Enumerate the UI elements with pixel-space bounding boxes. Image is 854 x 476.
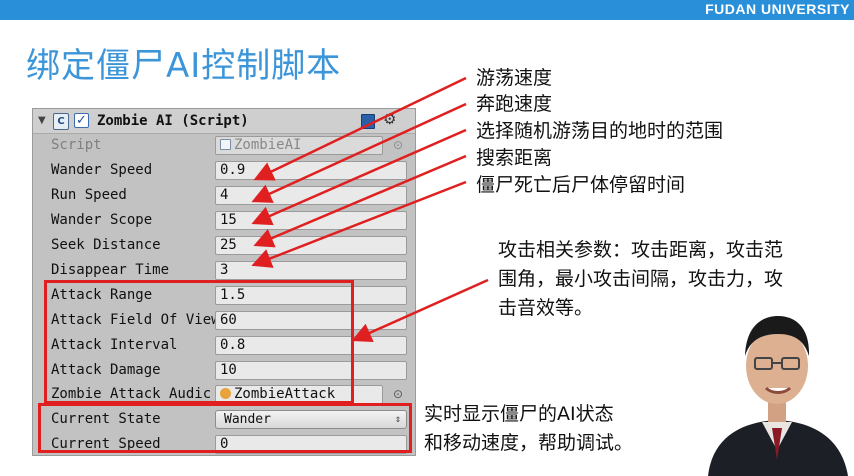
script-file-icon (220, 139, 231, 150)
script-component-icon: C (53, 113, 69, 130)
annotation-wander-scope: 选择随机游荡目的地时的范围 (476, 120, 724, 142)
script-label: Script (51, 137, 102, 153)
annotation-wander-speed: 游荡速度 (476, 67, 553, 89)
state-annotation-line: 实时显示僵尸的AI状态 (424, 403, 614, 425)
disappear-time-label: Disappear Time (51, 262, 170, 278)
header-bar: FUDAN UNIVERSITY (0, 0, 854, 20)
wander-scope-input[interactable]: 15 (215, 211, 407, 230)
annotation-seek-distance: 搜索距离 (476, 147, 553, 169)
script-field: ZombieAI (215, 136, 383, 155)
seek-distance-input[interactable]: 25 (215, 236, 407, 255)
help-book-icon[interactable] (361, 114, 375, 129)
seek-distance-label: Seek Distance (51, 237, 161, 253)
gear-icon[interactable]: ⚙ (383, 110, 396, 128)
fold-arrow-icon[interactable]: ▼ (38, 115, 46, 126)
component-title: Zombie AI (Script) (97, 113, 249, 129)
disappear-time-input[interactable]: 3 (215, 261, 407, 280)
annotation-state: 实时显示僵尸的AI状态 和移动速度，帮助调试。 (424, 400, 633, 458)
attack-annotation-line: 围角，最小攻击间隔，攻击力，攻 (498, 268, 784, 290)
component-enabled-checkbox[interactable]: ✓ (74, 113, 89, 128)
annotation-run-speed: 奔跑速度 (476, 93, 553, 115)
university-name: FUDAN UNIVERSITY (705, 1, 850, 17)
presenter-video (708, 316, 848, 476)
wander-speed-input[interactable]: 0.9 (215, 161, 407, 180)
script-value: ZombieAI (234, 137, 302, 153)
wander-scope-label: Wander Scope (51, 212, 153, 228)
attack-annotation-line: 攻击相关参数：攻击距离，攻击范 (498, 239, 784, 261)
object-picker-icon: ⊙ (393, 138, 404, 152)
attack-params-highlight (44, 280, 354, 404)
component-header: ▼ C ✓ Zombie AI (Script) ⚙ (33, 109, 415, 134)
audio-picker-icon[interactable]: ⊙ (393, 387, 403, 401)
state-annotation-line: 和移动速度，帮助调试。 (424, 432, 634, 454)
run-speed-label: Run Speed (51, 187, 127, 203)
state-params-highlight (38, 403, 412, 453)
run-speed-input[interactable]: 4 (215, 186, 407, 205)
slide-title: 绑定僵尸AI控制脚本 (26, 46, 342, 86)
wander-speed-label: Wander Speed (51, 162, 153, 178)
annotation-disappear-time: 僵尸死亡后尸体停留时间 (476, 174, 686, 196)
